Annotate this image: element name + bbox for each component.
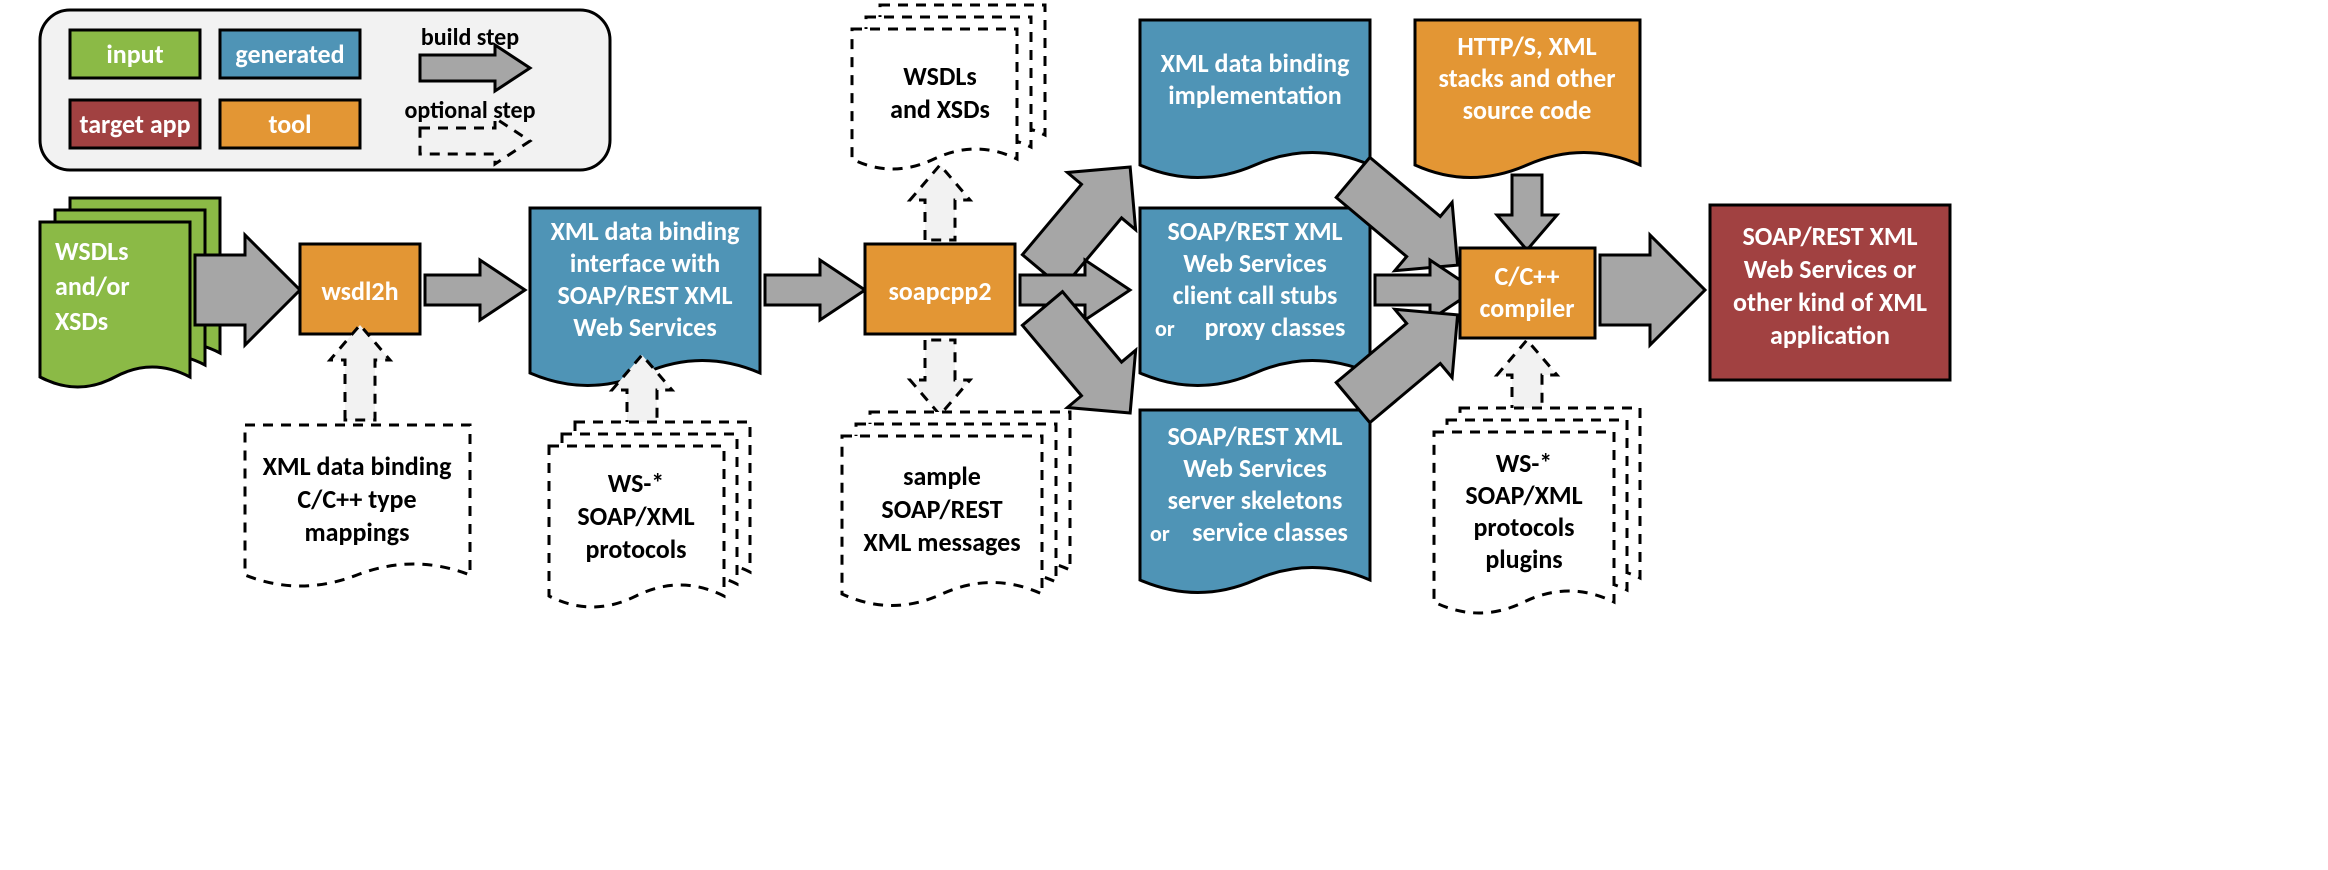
- arrow-compiler-to-target: [1600, 235, 1705, 345]
- svg-text:wsdl2h: wsdl2h: [321, 275, 398, 307]
- svg-text:XML data binding: XML data binding: [1161, 47, 1351, 79]
- svg-text:and/or: and/or: [55, 270, 130, 302]
- svg-text:other kind of XML: other kind of XML: [1733, 286, 1927, 318]
- legend-tool-label: tool: [268, 108, 311, 140]
- svg-text:SOAP/REST XML: SOAP/REST XML: [1742, 220, 1917, 252]
- svg-text:protocols: protocols: [1473, 511, 1574, 543]
- svg-text:XML data binding: XML data binding: [551, 215, 741, 247]
- node-type-mappings: XML data binding C/C++ type mappings: [245, 425, 470, 586]
- svg-text:Web Services: Web Services: [573, 311, 716, 343]
- legend: input target app generated tool build st…: [40, 10, 610, 170]
- svg-text:SOAP/REST XML: SOAP/REST XML: [557, 279, 732, 311]
- svg-text:Web Services: Web Services: [1183, 247, 1326, 279]
- svg-text:soapcpp2: soapcpp2: [888, 275, 991, 307]
- svg-text:WS-*: WS-*: [608, 467, 665, 499]
- legend-optional-step-label: optional step: [405, 96, 536, 125]
- svg-text:HTTP/S, XML: HTTP/S, XML: [1457, 30, 1596, 62]
- svg-text:source code: source code: [1463, 94, 1592, 126]
- node-wsdls-xsds-input: WSDLs and/or XSDs: [40, 198, 220, 387]
- svg-text:C/C++: C/C++: [1495, 260, 1560, 292]
- svg-text:application: application: [1770, 319, 1890, 351]
- svg-text:SOAP/REST XML: SOAP/REST XML: [1167, 215, 1342, 247]
- node-xml-binding-impl: XML data binding implementation: [1140, 20, 1370, 178]
- svg-text:interface with: interface with: [570, 247, 720, 279]
- svg-text:protocols: protocols: [585, 533, 686, 565]
- arrow-soapcpp2-to-wsdlsxsds: [910, 165, 970, 240]
- svg-text:XML messages: XML messages: [863, 526, 1020, 558]
- node-soapcpp2: soapcpp2: [865, 244, 1015, 334]
- arrow-httpstacks-to-compiler: [1497, 175, 1557, 250]
- arrow-wsplugins-to-compiler: [1497, 340, 1557, 415]
- arrow-wsdl2h-to-iface: [425, 260, 525, 320]
- svg-text:C/C++ type: C/C++ type: [297, 483, 416, 515]
- svg-text:implementation: implementation: [1168, 79, 1341, 111]
- node-ws-protocols: WS-* SOAP/XML protocols: [549, 422, 750, 607]
- svg-text:mappings: mappings: [305, 516, 410, 548]
- node-compiler: C/C++ compiler: [1460, 248, 1595, 338]
- svg-text:WSDLs: WSDLs: [903, 60, 976, 92]
- arrow-soapcpp2-to-skeletons: [1016, 288, 1141, 413]
- node-wsdls-xsds-out: WSDLs and XSDs: [852, 5, 1045, 169]
- svg-text:SOAP/XML: SOAP/XML: [577, 500, 694, 532]
- node-client-stubs: SOAP/REST XML Web Services client call s…: [1140, 208, 1370, 386]
- svg-text:XML data binding: XML data binding: [263, 450, 453, 482]
- svg-text:Web Services or: Web Services or: [1744, 253, 1917, 285]
- legend-build-step-label: build step: [421, 23, 519, 52]
- arrow-soapcpp2-to-impl: [1016, 167, 1141, 292]
- svg-text:stacks and other: stacks and other: [1439, 62, 1616, 94]
- svg-text:or: or: [1150, 520, 1170, 547]
- svg-text:SOAP/XML: SOAP/XML: [1465, 479, 1582, 511]
- svg-text:and XSDs: and XSDs: [890, 93, 990, 125]
- svg-text:WSDLs: WSDLs: [55, 235, 128, 267]
- svg-text:proxy classes: proxy classes: [1205, 311, 1346, 343]
- svg-text:server skeletons: server skeletons: [1168, 484, 1343, 516]
- node-ws-protocols-plugins: WS-* SOAP/XML protocols plugins: [1434, 408, 1640, 613]
- node-server-skeletons: SOAP/REST XML Web Services server skelet…: [1140, 410, 1370, 593]
- svg-text:client call stubs: client call stubs: [1173, 279, 1338, 311]
- legend-target-label: target app: [79, 108, 190, 140]
- svg-text:Web Services: Web Services: [1183, 452, 1326, 484]
- svg-text:SOAP/REST: SOAP/REST: [881, 493, 1002, 525]
- svg-text:service classes: service classes: [1192, 516, 1348, 548]
- svg-text:SOAP/REST XML: SOAP/REST XML: [1167, 420, 1342, 452]
- svg-text:compiler: compiler: [1480, 292, 1575, 324]
- arrow-soapcpp2-to-samples: [910, 340, 970, 415]
- arrow-typemappings-to-wsdl2h: [330, 325, 390, 420]
- svg-text:sample: sample: [903, 460, 981, 492]
- node-sample-messages: sample SOAP/REST XML messages: [842, 412, 1070, 606]
- svg-text:or: or: [1155, 315, 1175, 342]
- svg-text:plugins: plugins: [1485, 543, 1562, 575]
- svg-text:XSDs: XSDs: [55, 305, 108, 337]
- legend-input-label: input: [106, 38, 163, 70]
- arrow-iface-to-soapcpp2: [765, 260, 865, 320]
- node-target-app: SOAP/REST XML Web Services or other kind…: [1710, 205, 1950, 380]
- node-wsdl2h: wsdl2h: [300, 244, 420, 334]
- legend-generated-label: generated: [235, 38, 344, 70]
- node-http-xml-stacks: HTTP/S, XML stacks and other source code: [1415, 20, 1640, 178]
- svg-text:WS-*: WS-*: [1496, 447, 1553, 479]
